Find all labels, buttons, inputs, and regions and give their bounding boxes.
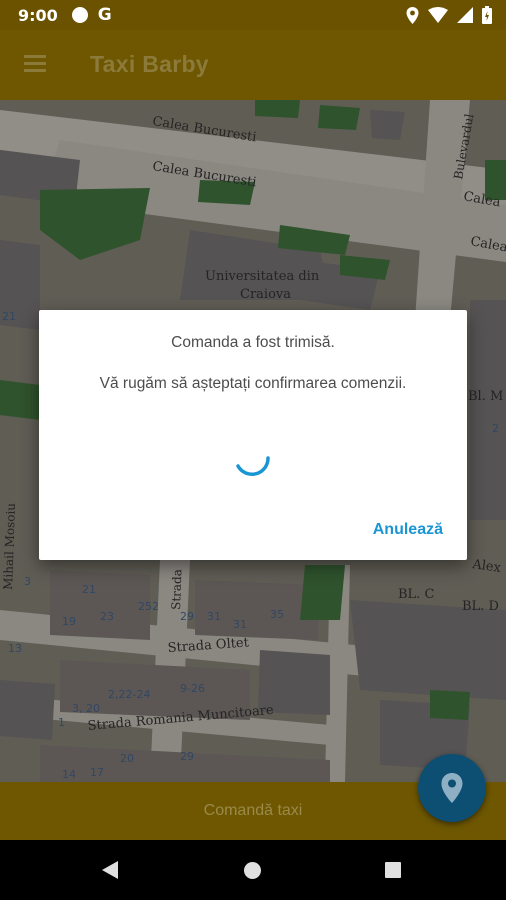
- dialog-message: Vă rugăm să așteptați confirmarea comenz…: [99, 375, 407, 392]
- system-nav-bar: [0, 840, 506, 900]
- location-fab[interactable]: [418, 754, 486, 822]
- hamburger-menu-icon[interactable]: [24, 55, 46, 73]
- location-pin-icon: [441, 773, 463, 803]
- app-title: Taxi Barby: [90, 51, 209, 77]
- back-icon[interactable]: [102, 861, 118, 879]
- signal-icon: [457, 7, 473, 23]
- status-icons: [406, 6, 492, 24]
- cancel-button[interactable]: Anulează: [373, 521, 443, 539]
- order-taxi-label: Comandă taxi: [203, 802, 303, 819]
- location-icon: [406, 6, 419, 24]
- dialog-title: Comanda a fost trimisă.: [171, 334, 335, 351]
- status-bar: 9:00 G: [0, 0, 506, 30]
- google-icon: G: [97, 5, 112, 25]
- wifi-icon: [428, 7, 448, 23]
- app-toolbar: Taxi Barby: [0, 30, 506, 100]
- loading-spinner-icon: [236, 456, 270, 476]
- order-sent-dialog: Comanda a fost trimisă. Vă rugăm să aște…: [39, 310, 467, 560]
- battery-icon: [482, 6, 492, 24]
- home-icon[interactable]: [244, 862, 261, 879]
- status-time: 9:00: [18, 5, 58, 25]
- circle-notification-icon: [71, 7, 88, 23]
- recent-apps-icon[interactable]: [385, 862, 401, 878]
